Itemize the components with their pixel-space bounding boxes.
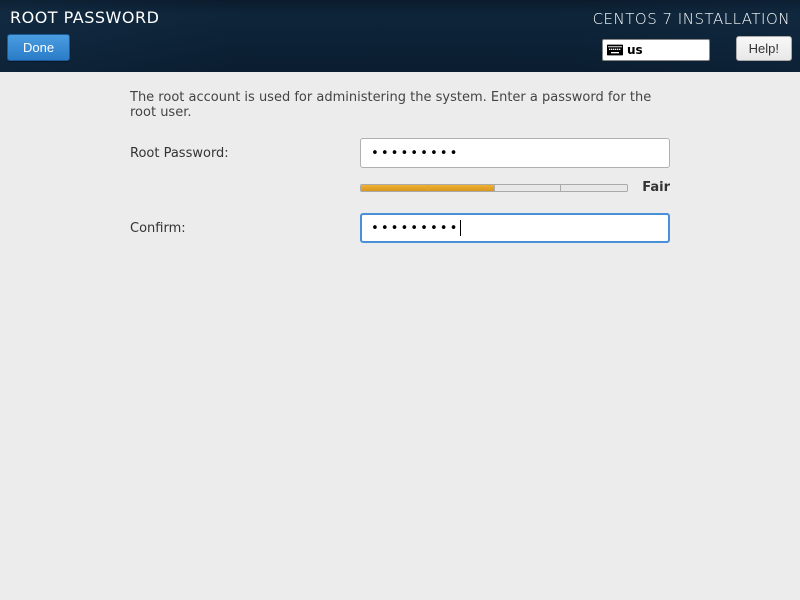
keyboard-layout-label: us: [627, 43, 643, 57]
confirm-password-input[interactable]: •••••••••: [360, 213, 670, 243]
password-strength-label: Fair: [642, 180, 670, 195]
text-cursor: [460, 220, 461, 236]
keyboard-layout-selector[interactable]: us: [602, 39, 710, 61]
keyboard-icon: [607, 44, 623, 56]
strength-segment-4: [561, 185, 627, 191]
confirm-label: Confirm:: [130, 221, 360, 236]
strength-segment-2: [428, 185, 495, 191]
password-label: Root Password:: [130, 146, 360, 161]
done-button[interactable]: Done: [7, 34, 70, 61]
installer-title: CENTOS 7 INSTALLATION: [593, 10, 790, 28]
content-area: The root account is used for administeri…: [0, 72, 800, 243]
password-row: Root Password: •••••••••: [130, 138, 670, 168]
instruction-text: The root account is used for administeri…: [130, 90, 670, 120]
root-password-input[interactable]: •••••••••: [360, 138, 670, 168]
page-title: ROOT PASSWORD: [10, 8, 159, 27]
strength-row: Fair: [360, 180, 670, 195]
strength-segment-1: [361, 185, 428, 191]
password-strength-bar: [360, 184, 628, 192]
strength-segment-3: [495, 185, 562, 191]
help-button[interactable]: Help!: [736, 36, 792, 61]
installer-header: ROOT PASSWORD CENTOS 7 INSTALLATION Done…: [0, 0, 800, 72]
confirm-row: Confirm: •••••••••: [130, 213, 670, 243]
